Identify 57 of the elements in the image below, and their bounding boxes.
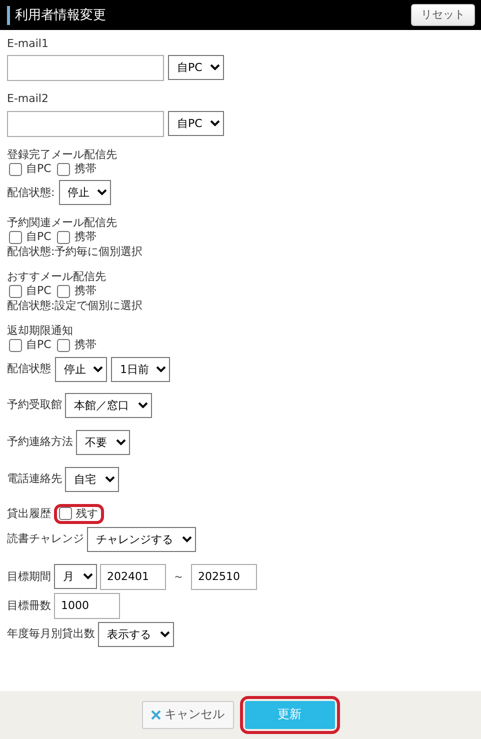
checkbox-label: 携帯 bbox=[74, 162, 96, 176]
status-label: 配信状態: bbox=[7, 186, 55, 200]
checkbox-label: 自PC bbox=[26, 284, 52, 299]
field-label: 予約関連メール配信先 bbox=[7, 216, 118, 230]
dropdown[interactable]: 自宅 bbox=[65, 466, 119, 492]
field-label: 返却期限通知 bbox=[7, 324, 74, 338]
dropdown[interactable]: 自PC bbox=[168, 55, 224, 80]
checkbox[interactable] bbox=[9, 231, 22, 244]
email-field[interactable] bbox=[7, 110, 164, 137]
field-label: 読書チャレンジ bbox=[7, 532, 84, 546]
checkbox[interactable] bbox=[9, 285, 22, 298]
checkbox[interactable] bbox=[57, 162, 70, 176]
text-field[interactable]: 202510 bbox=[191, 564, 257, 590]
field-label: E-mail2 bbox=[7, 92, 50, 107]
field-label: おすすメール配信先 bbox=[7, 270, 107, 284]
dropdown[interactable]: 停止 bbox=[58, 180, 111, 206]
checkbox-label: 携帯 bbox=[74, 284, 96, 299]
dropdown[interactable]: 自PC bbox=[168, 110, 224, 136]
field-label: 予約連絡方法 bbox=[7, 434, 73, 450]
checkbox[interactable] bbox=[9, 338, 22, 352]
checkbox-label: 自PC bbox=[26, 230, 52, 245]
checkbox-label: 自PC bbox=[26, 338, 52, 353]
checkbox[interactable] bbox=[57, 231, 70, 244]
text-field[interactable]: 1000 bbox=[54, 592, 120, 619]
dropdown[interactable]: 不要 bbox=[76, 430, 130, 455]
checkbox[interactable] bbox=[57, 338, 70, 352]
cancel-button[interactable]: キャンセル bbox=[142, 701, 234, 729]
field-label: 電話連絡先 bbox=[7, 472, 62, 486]
dropdown[interactable]: 月 bbox=[54, 564, 97, 590]
checkbox[interactable] bbox=[9, 162, 22, 176]
close-icon bbox=[150, 710, 160, 720]
checkbox-label: 自PC bbox=[26, 162, 52, 176]
dropdown[interactable]: 停止 bbox=[55, 356, 107, 382]
checkbox-label: 残す bbox=[76, 506, 98, 521]
checkbox-label: 携帯 bbox=[74, 230, 96, 245]
range-separator: ～ bbox=[173, 570, 184, 584]
status-label: 配信状態 bbox=[7, 362, 51, 376]
checkbox[interactable] bbox=[57, 285, 70, 298]
dropdown[interactable]: チャレンジする bbox=[87, 526, 196, 552]
page-title: 利用者情報変更 bbox=[7, 6, 106, 24]
field-label: 年度毎月別貸出数 bbox=[7, 627, 95, 642]
field-label: 登録完了メール配信先 bbox=[7, 148, 118, 162]
text-field[interactable]: 202401 bbox=[100, 564, 166, 590]
field-label: E-mail1 bbox=[7, 37, 50, 52]
field-label: 目標冊数 bbox=[7, 598, 51, 613]
dropdown[interactable]: 本館／窓口 bbox=[65, 392, 152, 418]
checkbox[interactable] bbox=[59, 507, 72, 520]
dropdown[interactable]: 1日前 bbox=[111, 356, 170, 382]
checkbox-label: 携帯 bbox=[74, 338, 96, 353]
status-text: 配信状態:設定で個別に選択 bbox=[7, 298, 144, 313]
field-label: 予約受取館 bbox=[7, 398, 62, 412]
field-label: 目標期間 bbox=[7, 570, 51, 584]
reset-button[interactable]: リセット bbox=[411, 4, 475, 26]
dropdown[interactable]: 表示する bbox=[98, 622, 174, 647]
email-field[interactable] bbox=[7, 55, 164, 82]
status-text: 配信状態:予約毎に個別選択 bbox=[7, 244, 144, 260]
field-label: 貸出履歴 bbox=[7, 506, 51, 521]
